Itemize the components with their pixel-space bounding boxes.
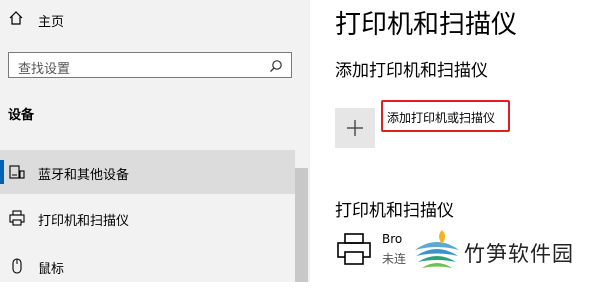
mouse-icon — [12, 258, 22, 274]
search-icon[interactable] — [269, 59, 283, 73]
printer-status: 未连 — [382, 252, 407, 266]
search-placeholder: 查找设置 — [18, 62, 71, 77]
printer-icon — [9, 210, 25, 226]
selection-indicator — [0, 160, 4, 184]
add-printer-button[interactable]: 添加打印机或扫描仪 — [381, 100, 510, 132]
sidebar-scrollbar[interactable] — [295, 168, 308, 282]
settings-sidebar: 主页 查找设置 设备 蓝牙和其他设备 打印机和扫描仪 鼠标 — [0, 0, 310, 282]
sidebar-item-bluetooth[interactable]: 蓝牙和其他设备 — [0, 150, 295, 194]
home-nav-item[interactable]: 主页 — [0, 0, 295, 36]
add-section-title: 添加打印机和扫描仪 — [335, 61, 488, 81]
printer-device-icon — [337, 233, 371, 265]
add-printer-label: 添加打印机或扫描仪 — [387, 111, 496, 125]
page-title: 打印机和扫描仪 — [335, 10, 518, 40]
printer-list-title: 打印机和扫描仪 — [335, 201, 454, 221]
bamboo-logo-icon — [413, 227, 461, 275]
sidebar-item-label: 蓝牙和其他设备 — [38, 168, 130, 183]
home-label: 主页 — [38, 15, 65, 30]
watermark-logo: 竹笋软件园 — [408, 222, 598, 282]
add-device-button[interactable] — [335, 108, 375, 148]
home-icon — [9, 11, 23, 25]
sidebar-item-mouse[interactable]: 鼠标 — [0, 244, 295, 288]
logo-text: 竹笋软件园 — [464, 242, 574, 266]
bluetooth-devices-icon — [9, 165, 25, 179]
sidebar-section-title: 设备 — [8, 108, 35, 123]
plus-icon — [347, 120, 363, 136]
settings-search-input[interactable]: 查找设置 — [8, 52, 292, 78]
sidebar-item-printers[interactable]: 打印机和扫描仪 — [0, 196, 295, 240]
sidebar-item-label: 鼠标 — [38, 262, 65, 277]
sidebar-item-label: 打印机和扫描仪 — [38, 214, 130, 229]
printer-name[interactable]: Bro — [382, 232, 402, 246]
